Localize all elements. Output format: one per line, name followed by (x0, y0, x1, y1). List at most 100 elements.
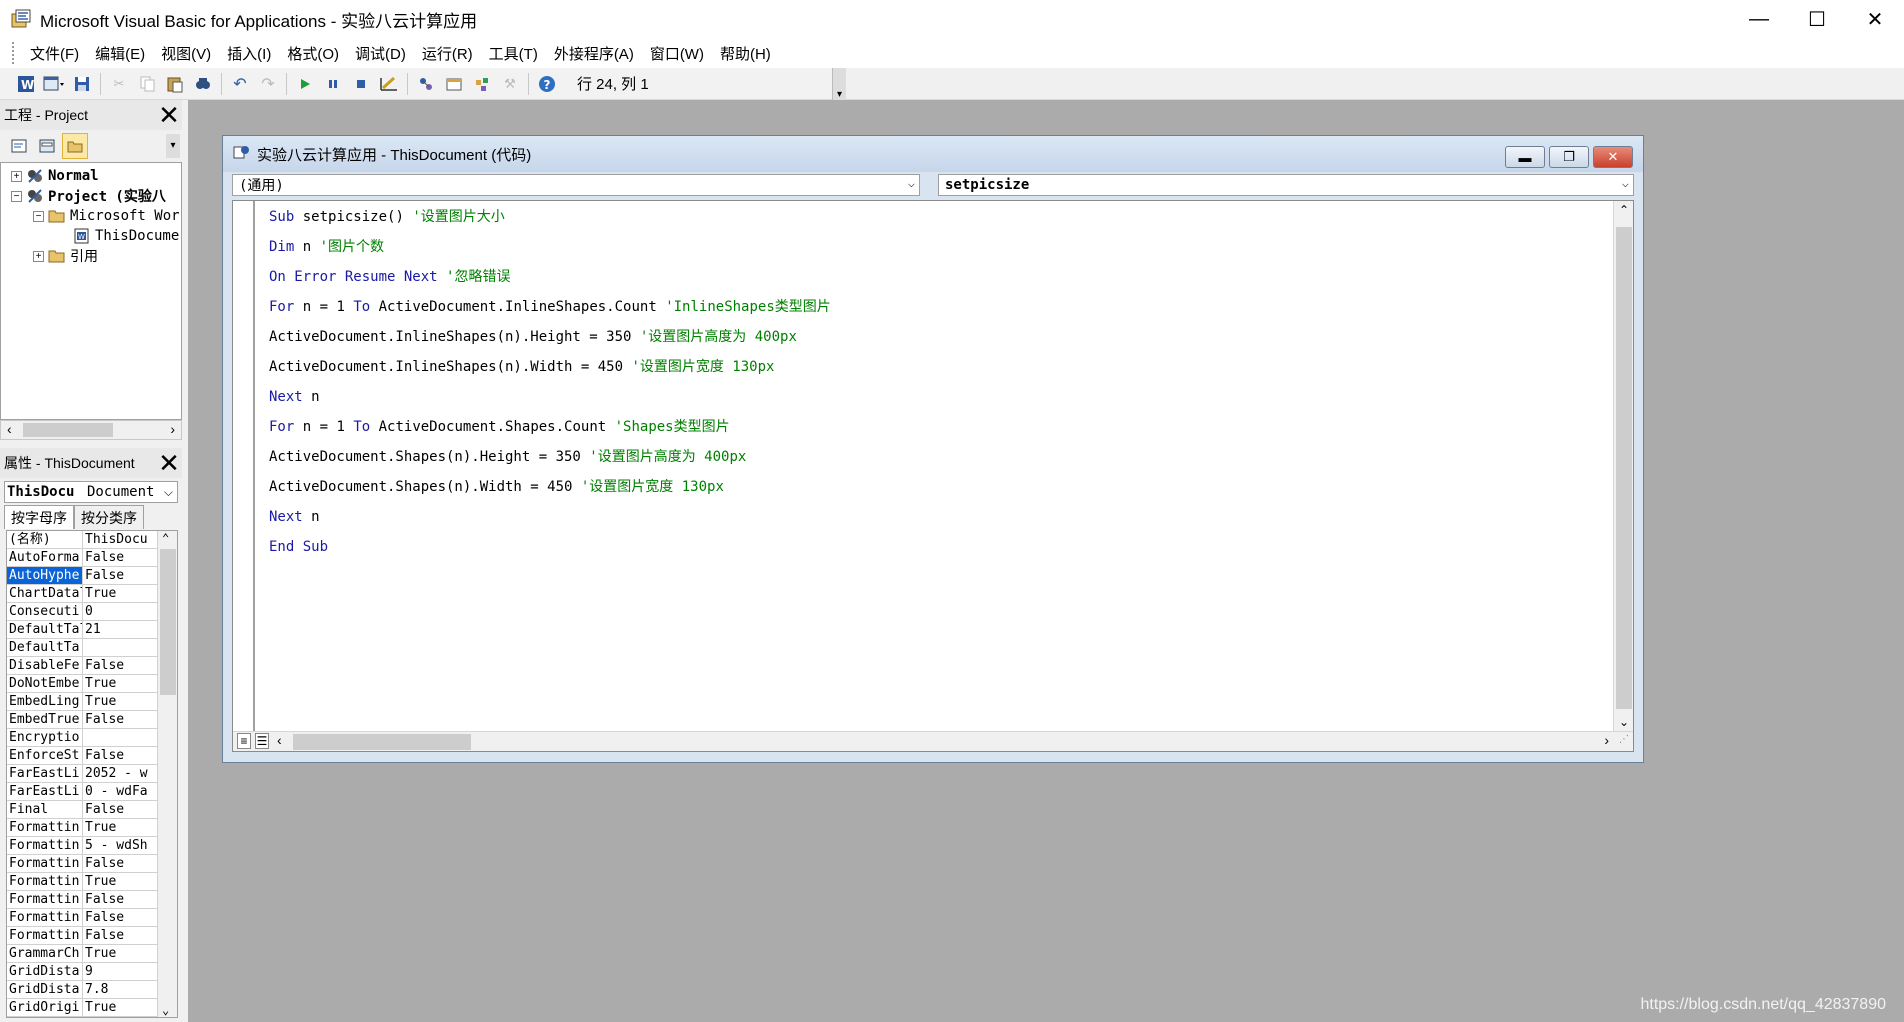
reset-icon[interactable] (347, 71, 375, 97)
scroll-thumb[interactable] (293, 734, 471, 750)
project-toolbar-chevron-icon[interactable]: ▾ (166, 134, 180, 158)
property-row[interactable]: GridDista 9 (7, 963, 157, 981)
menu-format[interactable]: 格式(O) (279, 43, 347, 64)
property-row[interactable]: AutoForma False (7, 549, 157, 567)
property-value[interactable]: False (83, 711, 157, 728)
property-row[interactable]: AutoHyphe False (7, 567, 157, 585)
scroll-down-icon[interactable]: ⌄ (1619, 715, 1629, 729)
scroll-left-icon[interactable]: ‹ (277, 732, 282, 748)
code-editor[interactable]: Sub setpicsize() '设置图片大小 Dim n '图片个数 On Er… (232, 200, 1634, 752)
property-value[interactable]: True (83, 873, 157, 890)
view-word-icon[interactable]: W (12, 71, 40, 97)
property-row[interactable]: Encryptio (7, 729, 157, 747)
tree-item-thisdocument[interactable]: W ThisDocume (73, 226, 179, 246)
tree-expander[interactable]: − (11, 190, 22, 202)
code-line[interactable]: Next n (269, 507, 320, 527)
property-value[interactable]: False (83, 927, 157, 944)
property-row[interactable]: Final False (7, 801, 157, 819)
properties-object-combo[interactable]: ThisDocu Document ⌵ (4, 481, 178, 503)
margin-indicator-bar[interactable] (233, 201, 255, 731)
property-row[interactable]: Formattin False (7, 855, 157, 873)
object-browser-icon[interactable] (468, 71, 496, 97)
menu-view[interactable]: 视图(V) (153, 43, 219, 64)
procedure-combo[interactable]: setpicsize ⌵ (938, 174, 1634, 196)
property-value[interactable]: False (83, 891, 157, 908)
property-value[interactable]: ThisDocu (83, 531, 157, 548)
tree-expander[interactable]: + (11, 170, 22, 182)
property-value[interactable]: False (83, 567, 157, 584)
property-row[interactable]: DefaultTal 21 (7, 621, 157, 639)
paste-icon[interactable] (161, 71, 189, 97)
property-row[interactable]: DisableFe False (7, 657, 157, 675)
menu-grip[interactable] (12, 42, 16, 64)
menu-insert[interactable]: 插入(I) (219, 43, 279, 64)
property-row[interactable]: Formattin True (7, 873, 157, 891)
property-value[interactable]: 21 (83, 621, 157, 638)
view-object-icon[interactable] (34, 133, 60, 159)
insert-userform-icon[interactable] (40, 71, 68, 97)
property-row[interactable]: ChartDatal True (7, 585, 157, 603)
tree-expander[interactable]: + (33, 250, 44, 262)
tree-item-project[interactable]: − Project (实验八 (11, 186, 166, 206)
menu-tools[interactable]: 工具(T) (481, 43, 546, 64)
code-line[interactable]: End Sub (269, 537, 328, 557)
property-value[interactable] (83, 639, 157, 656)
code-horizontal-scrollbar[interactable]: ≡ ☰ ‹ › ⋰ (233, 731, 1633, 751)
save-icon[interactable] (68, 71, 96, 97)
property-value[interactable]: True (83, 693, 157, 710)
menu-addins[interactable]: 外接程序(A) (546, 43, 642, 64)
property-value[interactable] (83, 729, 157, 746)
scroll-down-icon[interactable]: ⌄ (162, 1003, 169, 1017)
code-vertical-scrollbar[interactable]: ⌃ ⌄ (1613, 201, 1633, 731)
property-row[interactable]: Formattin 5 - wdSh (7, 837, 157, 855)
project-pane-close-icon[interactable]: ✕ (156, 102, 182, 128)
menu-run[interactable]: 运行(R) (414, 43, 481, 64)
property-row[interactable]: EmbedTrue False (7, 711, 157, 729)
property-value[interactable]: True (83, 585, 157, 602)
close-button[interactable]: ✕ (1846, 0, 1904, 38)
scroll-up-icon[interactable]: ⌃ (1619, 203, 1629, 217)
code-line[interactable]: For n = 1 To ActiveDocument.InlineShapes… (269, 297, 831, 317)
code-line[interactable]: ActiveDocument.InlineShapes(n).Height = … (269, 327, 797, 347)
property-row[interactable]: GridOrigi True (7, 999, 157, 1017)
menu-edit[interactable]: 编辑(E) (87, 43, 153, 64)
code-line[interactable]: ActiveDocument.Shapes(n).Height = 350 '设… (269, 447, 746, 467)
code-line[interactable]: Sub setpicsize() '设置图片大小 (269, 207, 505, 227)
property-value[interactable]: 0 - wdFa (83, 783, 157, 800)
property-value[interactable]: 7.8 (83, 981, 157, 998)
cut-icon[interactable]: ✂ (105, 71, 133, 97)
property-value[interactable]: True (83, 819, 157, 836)
maximize-button[interactable]: ☐ (1788, 0, 1846, 38)
code-lines[interactable]: Sub setpicsize() '设置图片大小 Dim n '图片个数 On Er… (269, 201, 1607, 731)
project-explorer-icon[interactable] (412, 71, 440, 97)
find-icon[interactable] (189, 71, 217, 97)
object-combo[interactable]: (通用) ⌵ (232, 174, 920, 196)
pane-splitter[interactable] (0, 440, 182, 448)
properties-pane-close-icon[interactable]: ✕ (156, 450, 182, 476)
tab-categorized[interactable]: 按分类序 (74, 505, 144, 529)
code-restore-button[interactable]: ❐ (1549, 146, 1589, 168)
property-value[interactable]: True (83, 999, 157, 1016)
code-minimize-button[interactable]: ▬ (1505, 146, 1545, 168)
scroll-right-icon[interactable]: › (170, 421, 175, 437)
toolbar-options-chevron-icon[interactable]: ▾ (832, 68, 846, 100)
copy-icon[interactable] (133, 71, 161, 97)
property-value[interactable]: False (83, 549, 157, 566)
toolbox-icon[interactable]: ⚒ (496, 71, 524, 97)
property-value[interactable]: True (83, 945, 157, 962)
property-row[interactable]: Formattin False (7, 909, 157, 927)
property-value[interactable]: False (83, 747, 157, 764)
tab-alphabetic[interactable]: 按字母序 (4, 505, 74, 529)
property-row[interactable]: EmbedLing True (7, 693, 157, 711)
properties-icon[interactable] (440, 71, 468, 97)
tree-item-references[interactable]: + 引用 (33, 246, 98, 266)
menu-help[interactable]: 帮助(H) (712, 43, 779, 64)
property-row[interactable]: Formattin True (7, 819, 157, 837)
tree-item-microsoft-word-objects[interactable]: − Microsoft Wor (33, 206, 180, 226)
property-value[interactable]: False (83, 801, 157, 818)
full-module-view-icon[interactable]: ☰ (255, 733, 269, 749)
code-line[interactable]: Next n (269, 387, 320, 407)
code-line[interactable]: For n = 1 To ActiveDocument.Shapes.Count… (269, 417, 730, 437)
property-row[interactable]: Consecuti 0 (7, 603, 157, 621)
undo-icon[interactable]: ↶ (226, 71, 254, 97)
